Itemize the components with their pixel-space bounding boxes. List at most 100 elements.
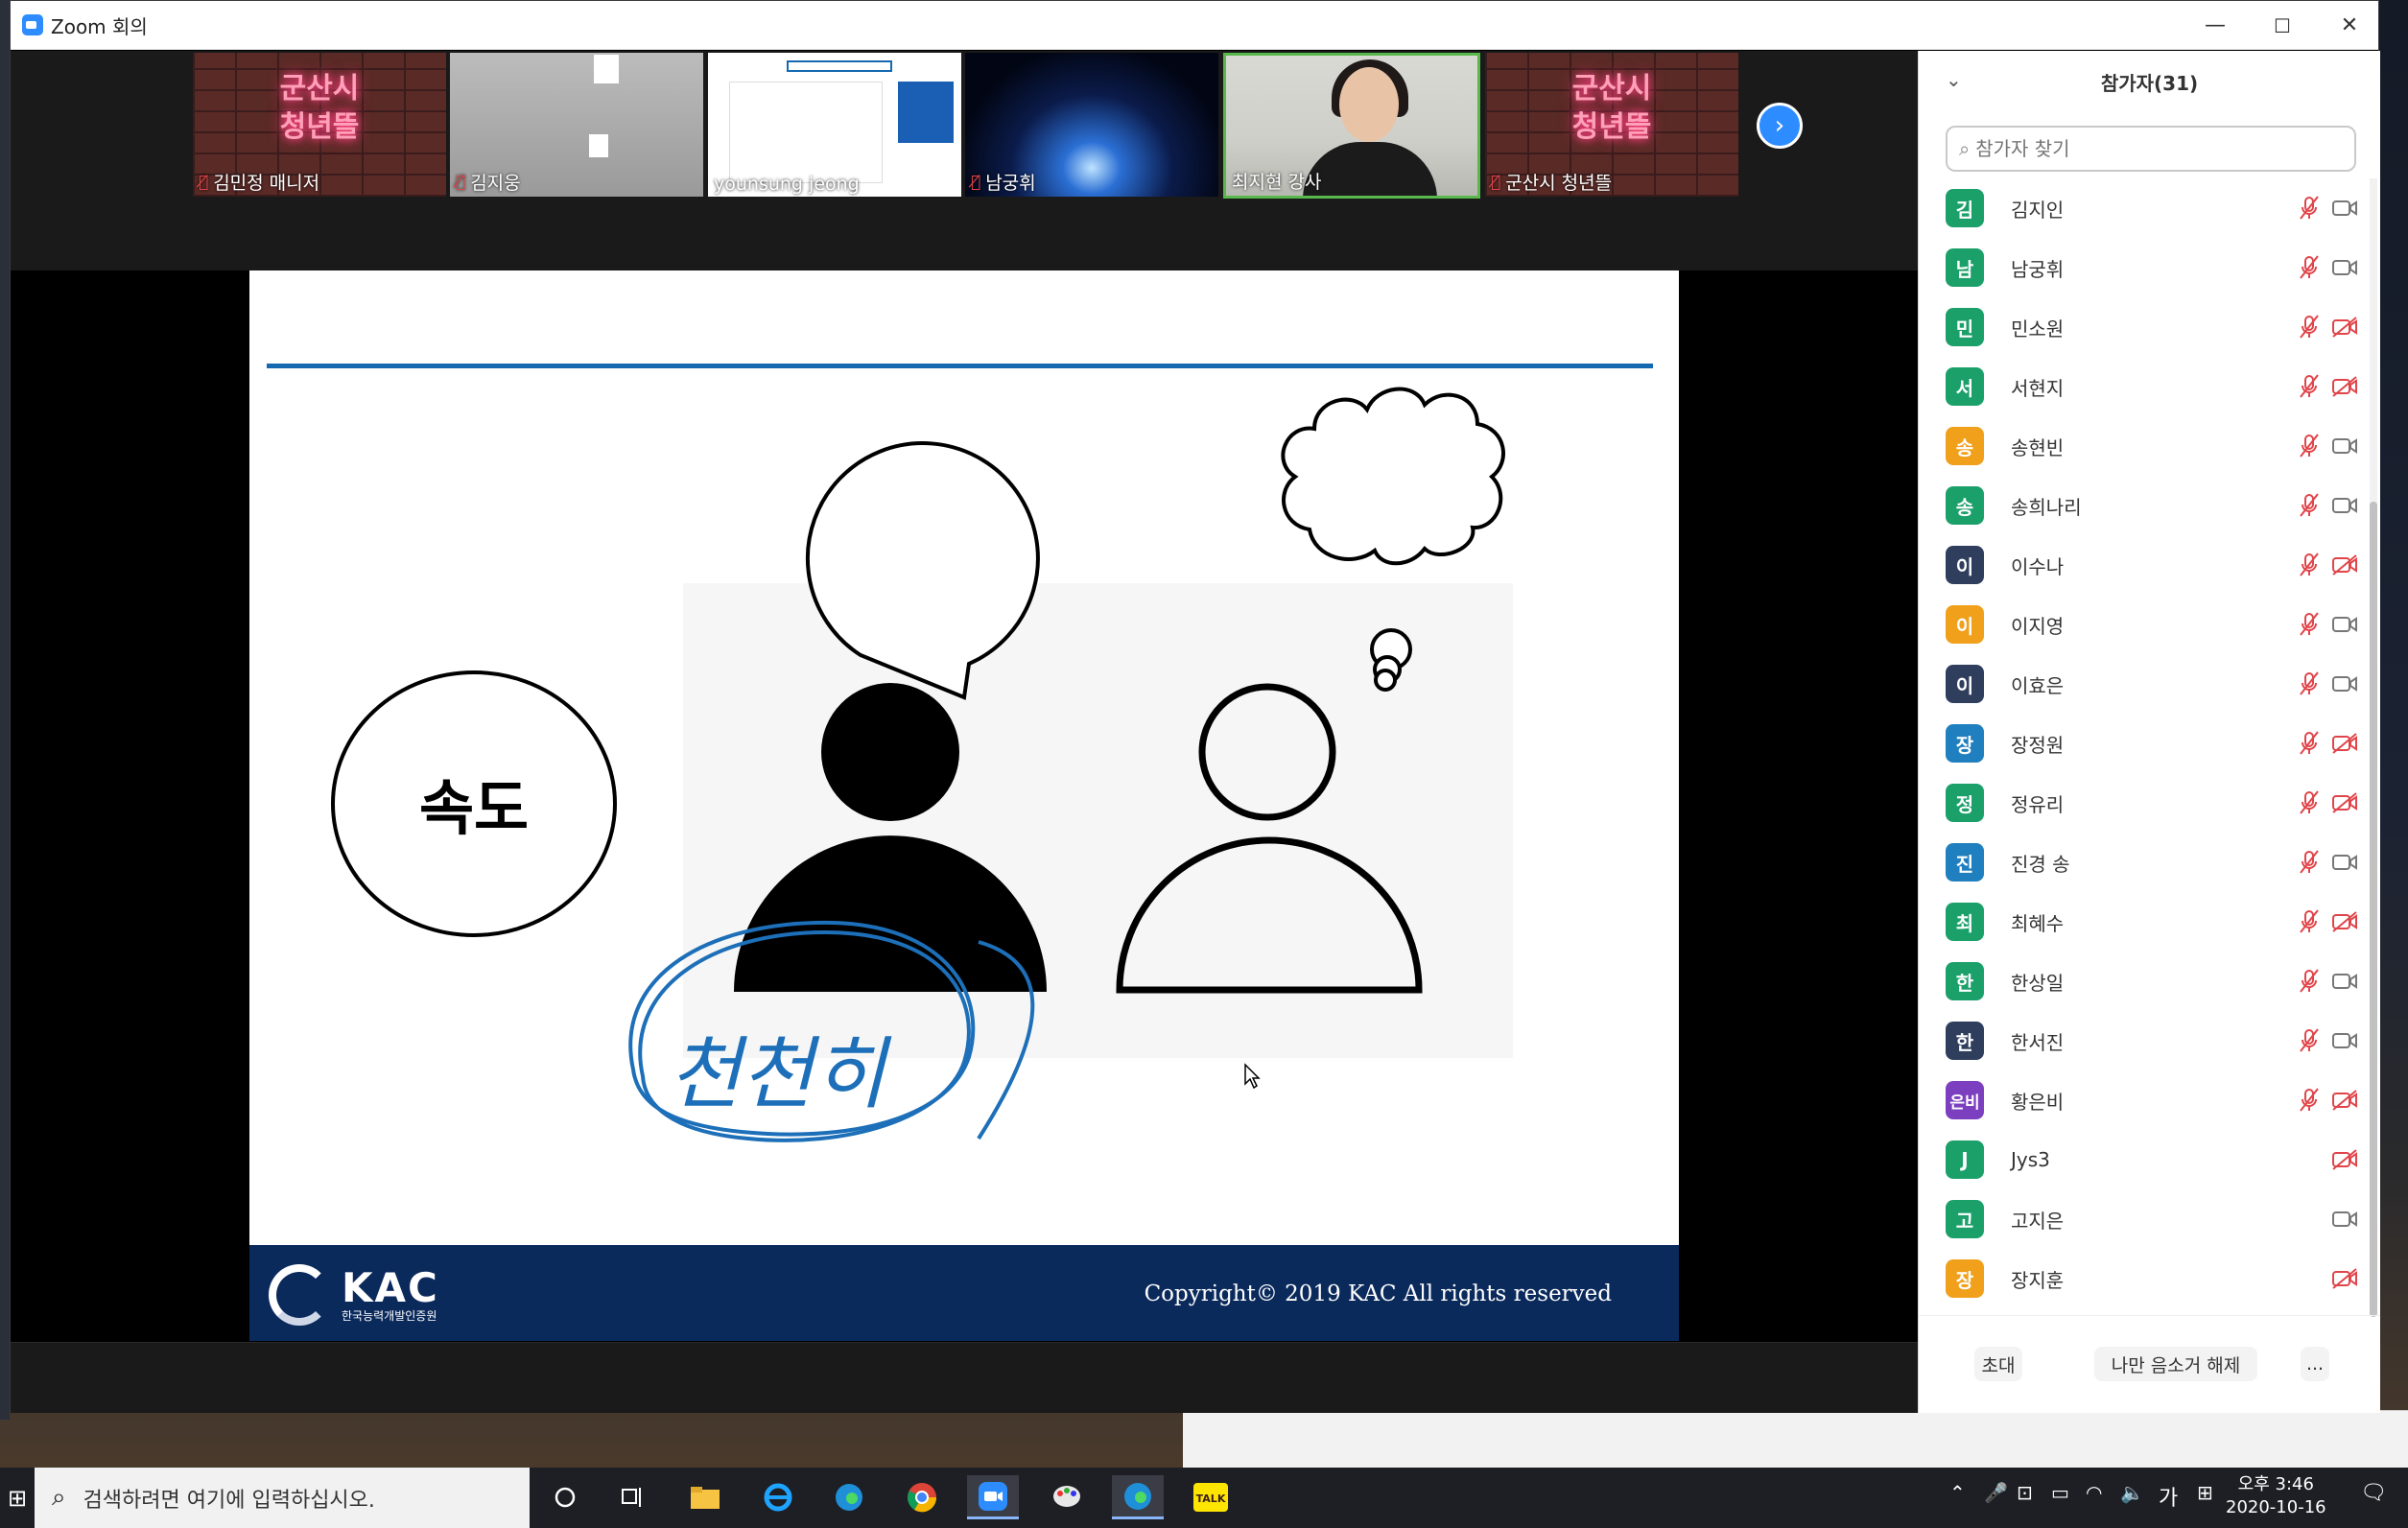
volume-icon[interactable]: 🔈 <box>2120 1481 2144 1504</box>
camera-off-icon[interactable] <box>2331 554 2358 576</box>
camera-off-icon[interactable] <box>2331 317 2358 338</box>
camera-icon[interactable] <box>2331 198 2358 219</box>
video-tile[interactable]: 군산시 청년뜰 🎙̸ 김민정 매니저 <box>193 53 446 197</box>
video-tile[interactable]: 🎙̸ 김지웅 <box>450 53 703 197</box>
invite-button[interactable]: 초대 <box>1974 1347 2022 1381</box>
chevron-down-icon[interactable]: ⌄ <box>1946 68 1962 91</box>
participant-row[interactable]: 정정예슬 <box>1919 1308 2380 1315</box>
start-button-icon[interactable]: ⊞ <box>0 1468 35 1528</box>
participant-row[interactable]: 최 최혜수 <box>1919 892 2380 952</box>
video-tile[interactable]: younsung jeong <box>708 53 961 197</box>
participant-row[interactable]: 이 이지영 <box>1919 595 2380 654</box>
ime-indicator[interactable]: 가 <box>2159 1481 2178 1512</box>
video-tile[interactable]: 🎙̸ 남궁휘 <box>965 53 1218 197</box>
camera-icon[interactable] <box>2331 852 2358 873</box>
file-explorer-icon[interactable] <box>679 1475 731 1519</box>
paint-icon[interactable] <box>1041 1475 1093 1519</box>
mic-muted-icon[interactable] <box>2298 908 2321 935</box>
mic-muted-icon[interactable] <box>2298 492 2321 519</box>
video-tile-active-speaker[interactable]: 최지현 강사 <box>1223 53 1480 199</box>
participant-row[interactable]: 장 장지훈 <box>1919 1249 2380 1308</box>
participant-row[interactable]: 한 한서진 <box>1919 1011 2380 1070</box>
network-status-icon[interactable]: ⊡ <box>2017 1481 2033 1504</box>
participant-row[interactable]: 김 김지인 <box>1919 178 2380 238</box>
participant-row[interactable]: 남 남궁휘 <box>1919 238 2380 297</box>
mic-muted-icon[interactable] <box>2298 968 2321 995</box>
mic-muted-icon[interactable] <box>2298 1087 2321 1114</box>
mic-muted-icon[interactable] <box>2298 433 2321 459</box>
participant-avatar: 송 <box>1946 427 1984 465</box>
edge-icon[interactable] <box>823 1475 875 1519</box>
maximize-button[interactable]: ☐ <box>2249 1 2316 50</box>
camera-icon[interactable] <box>2331 257 2358 278</box>
video-tile[interactable]: 군산시 청년뜰 🎙̸ 군산시 청년뜰 <box>1485 53 1738 197</box>
camera-icon[interactable] <box>2331 673 2358 694</box>
participant-row[interactable]: 진 진경 송 <box>1919 833 2380 892</box>
wifi-icon[interactable]: ◠ <box>2086 1481 2102 1504</box>
participants-panel: ⌄ 참가자(31) ⌕ 김김지인남남궁휘민민소원서서현지송송현빈송송희나리이이수… <box>1918 51 2380 1413</box>
system-clock[interactable]: 오후 3:46 2020-10-16 <box>2226 1473 2326 1519</box>
participant-row[interactable]: 송 송희나리 <box>1919 476 2380 535</box>
mic-muted-icon[interactable] <box>2298 789 2321 816</box>
participant-row[interactable]: 정 정유리 <box>1919 773 2380 833</box>
taskbar-search-box[interactable]: ⌕ 검색하려면 여기에 입력하십시오. <box>35 1468 530 1528</box>
participant-avatar: 서 <box>1946 367 1984 406</box>
microphone-icon[interactable]: 🎤 <box>1984 1481 2008 1504</box>
mic-muted-icon[interactable] <box>2298 670 2321 697</box>
participant-row[interactable]: 이 이효은 <box>1919 654 2380 714</box>
camera-icon[interactable] <box>2331 1209 2358 1230</box>
camera-icon[interactable] <box>2331 1030 2358 1051</box>
unmute-me-button[interactable]: 나만 음소거 해제 <box>2094 1347 2257 1381</box>
camera-off-icon[interactable] <box>2331 1268 2358 1289</box>
camera-off-icon[interactable] <box>2331 733 2358 754</box>
search-icon: ⌕ <box>52 1483 66 1512</box>
camera-icon[interactable] <box>2331 435 2358 457</box>
more-options-button[interactable]: ... <box>2301 1347 2329 1381</box>
next-page-arrow-icon[interactable]: › <box>1757 103 1803 149</box>
participant-row[interactable]: 고 고지은 <box>1919 1189 2380 1249</box>
internet-explorer-icon[interactable] <box>752 1475 804 1519</box>
mic-muted-icon[interactable] <box>2298 730 2321 757</box>
neon-sign: 군산시 청년뜰 <box>279 72 360 144</box>
chrome-icon[interactable] <box>896 1475 948 1519</box>
mic-muted-icon[interactable] <box>2298 254 2321 281</box>
title-bar: Zoom 회의 — ☐ ✕ <box>11 1 2378 50</box>
kakaotalk-icon[interactable]: TALK <box>1185 1475 1237 1519</box>
mic-muted-icon[interactable] <box>2298 195 2321 222</box>
participant-row[interactable]: 서 서현지 <box>1919 357 2380 416</box>
close-button[interactable]: ✕ <box>2316 1 2383 50</box>
participant-search-input[interactable] <box>1975 137 2322 160</box>
camera-icon[interactable] <box>2331 971 2358 992</box>
participant-row[interactable]: 장 장정원 <box>1919 714 2380 773</box>
participant-row[interactable]: 민 민소원 <box>1919 297 2380 357</box>
edge-window-icon[interactable] <box>1112 1475 1164 1519</box>
mic-muted-icon[interactable] <box>2298 314 2321 341</box>
keyboard-mode-icon[interactable]: ⊞ <box>2197 1481 2213 1504</box>
participant-row[interactable]: 이 이수나 <box>1919 535 2380 595</box>
zoom-taskbar-icon[interactable] <box>967 1475 1019 1519</box>
scrollbar-thumb[interactable] <box>2370 502 2377 1317</box>
camera-off-icon[interactable] <box>2331 1090 2358 1111</box>
show-hidden-icons-icon[interactable]: ⌃ <box>1949 1481 1966 1504</box>
camera-off-icon[interactable] <box>2331 376 2358 397</box>
mic-muted-icon[interactable] <box>2298 611 2321 638</box>
mic-muted-icon[interactable] <box>2298 1027 2321 1054</box>
mic-muted-icon[interactable] <box>2298 849 2321 876</box>
mic-muted-icon[interactable] <box>2298 373 2321 400</box>
participant-row[interactable]: 한 한상일 <box>1919 952 2380 1011</box>
task-view-icon[interactable] <box>606 1475 658 1519</box>
participant-row[interactable]: 송 송현빈 <box>1919 416 2380 476</box>
notifications-icon[interactable]: 🗨 <box>2360 1481 2387 1505</box>
minimize-button[interactable]: — <box>2182 1 2249 50</box>
camera-off-icon[interactable] <box>2331 1149 2358 1170</box>
battery-icon[interactable]: ▭ <box>2051 1481 2069 1504</box>
mic-muted-icon[interactable] <box>2298 552 2321 578</box>
participant-row[interactable]: 은비 황은비 <box>1919 1070 2380 1130</box>
camera-off-icon[interactable] <box>2331 911 2358 932</box>
cortana-icon[interactable] <box>539 1475 591 1519</box>
camera-icon[interactable] <box>2331 495 2358 516</box>
camera-icon[interactable] <box>2331 614 2358 635</box>
participant-row[interactable]: J Jys3 <box>1919 1130 2380 1189</box>
participant-search-box[interactable]: ⌕ <box>1946 126 2356 172</box>
camera-off-icon[interactable] <box>2331 792 2358 813</box>
